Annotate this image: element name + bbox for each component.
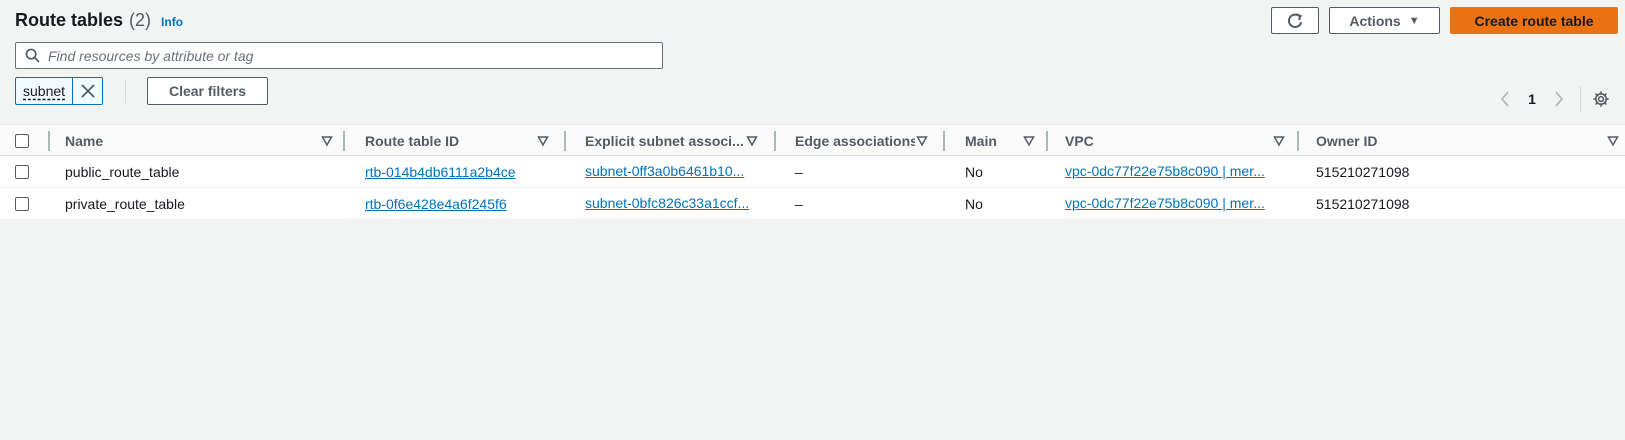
column-header-route-table-id[interactable]: Route table ID <box>365 125 545 156</box>
column-divider[interactable] <box>774 131 776 151</box>
owner-id-value: 515210271098 <box>1316 163 1410 180</box>
close-icon <box>80 84 95 98</box>
page-title: Route tables <box>15 10 124 30</box>
vpc-link[interactable]: vpc-0dc77f22e75b8c090 | mer... <box>1065 188 1265 219</box>
subnet-association-link[interactable]: subnet-0bfc826c33a1ccf... <box>585 188 749 219</box>
route-table-name: private_route_table <box>65 195 185 212</box>
page-header: Route tables (2) Info <box>15 10 183 31</box>
column-divider <box>48 131 50 151</box>
column-header-name[interactable]: Name <box>65 125 325 156</box>
info-link[interactable]: Info <box>161 15 183 29</box>
actions-label: Actions <box>1349 12 1401 29</box>
column-divider[interactable] <box>343 131 345 151</box>
column-header-explicit-subnet[interactable]: Explicit subnet associ... <box>585 125 757 156</box>
sort-icon[interactable] <box>321 135 333 147</box>
search-icon <box>25 48 40 63</box>
column-header-owner-id[interactable]: Owner ID <box>1316 125 1516 156</box>
chevron-left-icon <box>1500 91 1509 107</box>
edge-associations-value: – <box>795 163 803 180</box>
main-value: No <box>965 163 983 180</box>
route-table-id-link[interactable]: rtb-014b4db6111a2b4ce <box>365 164 516 180</box>
next-page-button[interactable] <box>1551 88 1567 110</box>
search-box[interactable] <box>15 42 663 69</box>
divider <box>1580 86 1581 112</box>
chevron-right-icon <box>1555 91 1564 107</box>
route-table-id-link[interactable]: rtb-0f6e428e4a6f245f6 <box>365 196 507 212</box>
select-all-checkbox[interactable] <box>15 133 29 148</box>
sort-icon[interactable] <box>1023 135 1035 147</box>
route-table-name: public_route_table <box>65 163 180 180</box>
column-divider[interactable] <box>943 131 945 151</box>
search-input[interactable] <box>48 47 638 64</box>
vpc-link[interactable]: vpc-0dc77f22e75b8c090 | mer... <box>1065 156 1265 187</box>
resource-count: (2) <box>129 10 152 30</box>
edge-associations-value: – <box>795 195 803 212</box>
sort-icon[interactable] <box>746 135 758 147</box>
row-checkbox[interactable] <box>15 164 29 179</box>
create-route-table-button[interactable]: Create route table <box>1450 7 1618 34</box>
clear-filters-button[interactable]: Clear filters <box>147 77 268 105</box>
actions-button[interactable]: Actions ▼ <box>1329 7 1440 34</box>
column-divider[interactable] <box>1046 131 1048 151</box>
filter-token: subnet <box>15 77 104 105</box>
table-row[interactable]: public_route_table rtb-014b4db6111a2b4ce… <box>0 156 1625 188</box>
column-divider[interactable] <box>564 131 566 151</box>
table-header: Name Route table ID Explicit subnet asso… <box>0 124 1625 156</box>
preferences-button[interactable] <box>1590 88 1612 110</box>
row-select-cell <box>15 188 35 219</box>
column-header-vpc[interactable]: VPC <box>1065 125 1276 156</box>
sort-icon[interactable] <box>1607 135 1619 147</box>
filter-token-label[interactable]: subnet <box>16 78 72 104</box>
row-checkbox[interactable] <box>15 196 29 211</box>
refresh-icon <box>1287 12 1303 28</box>
table-row[interactable]: private_route_table rtb-0f6e428e4a6f245f… <box>0 188 1625 220</box>
column-divider[interactable] <box>1297 131 1299 151</box>
main-value: No <box>965 195 983 212</box>
select-all-cell <box>15 125 35 156</box>
gear-icon <box>1593 91 1609 107</box>
sort-icon[interactable] <box>916 135 928 147</box>
refresh-button[interactable] <box>1271 7 1319 34</box>
route-tables-table: Name Route table ID Explicit subnet asso… <box>0 124 1625 220</box>
column-header-main[interactable]: Main <box>965 125 1025 156</box>
caret-down-icon: ▼ <box>1408 14 1420 27</box>
current-page-number[interactable]: 1 <box>1524 88 1540 110</box>
owner-id-value: 515210271098 <box>1316 195 1410 212</box>
row-select-cell <box>15 156 35 187</box>
sort-icon[interactable] <box>1273 135 1285 147</box>
column-header-edge-associations[interactable]: Edge associations <box>795 125 915 156</box>
divider <box>125 79 126 103</box>
previous-page-button[interactable] <box>1497 88 1513 110</box>
subnet-association-link[interactable]: subnet-0ff3a0b6461b10... <box>585 156 744 187</box>
sort-icon[interactable] <box>537 135 549 147</box>
remove-filter-button[interactable] <box>72 78 102 104</box>
